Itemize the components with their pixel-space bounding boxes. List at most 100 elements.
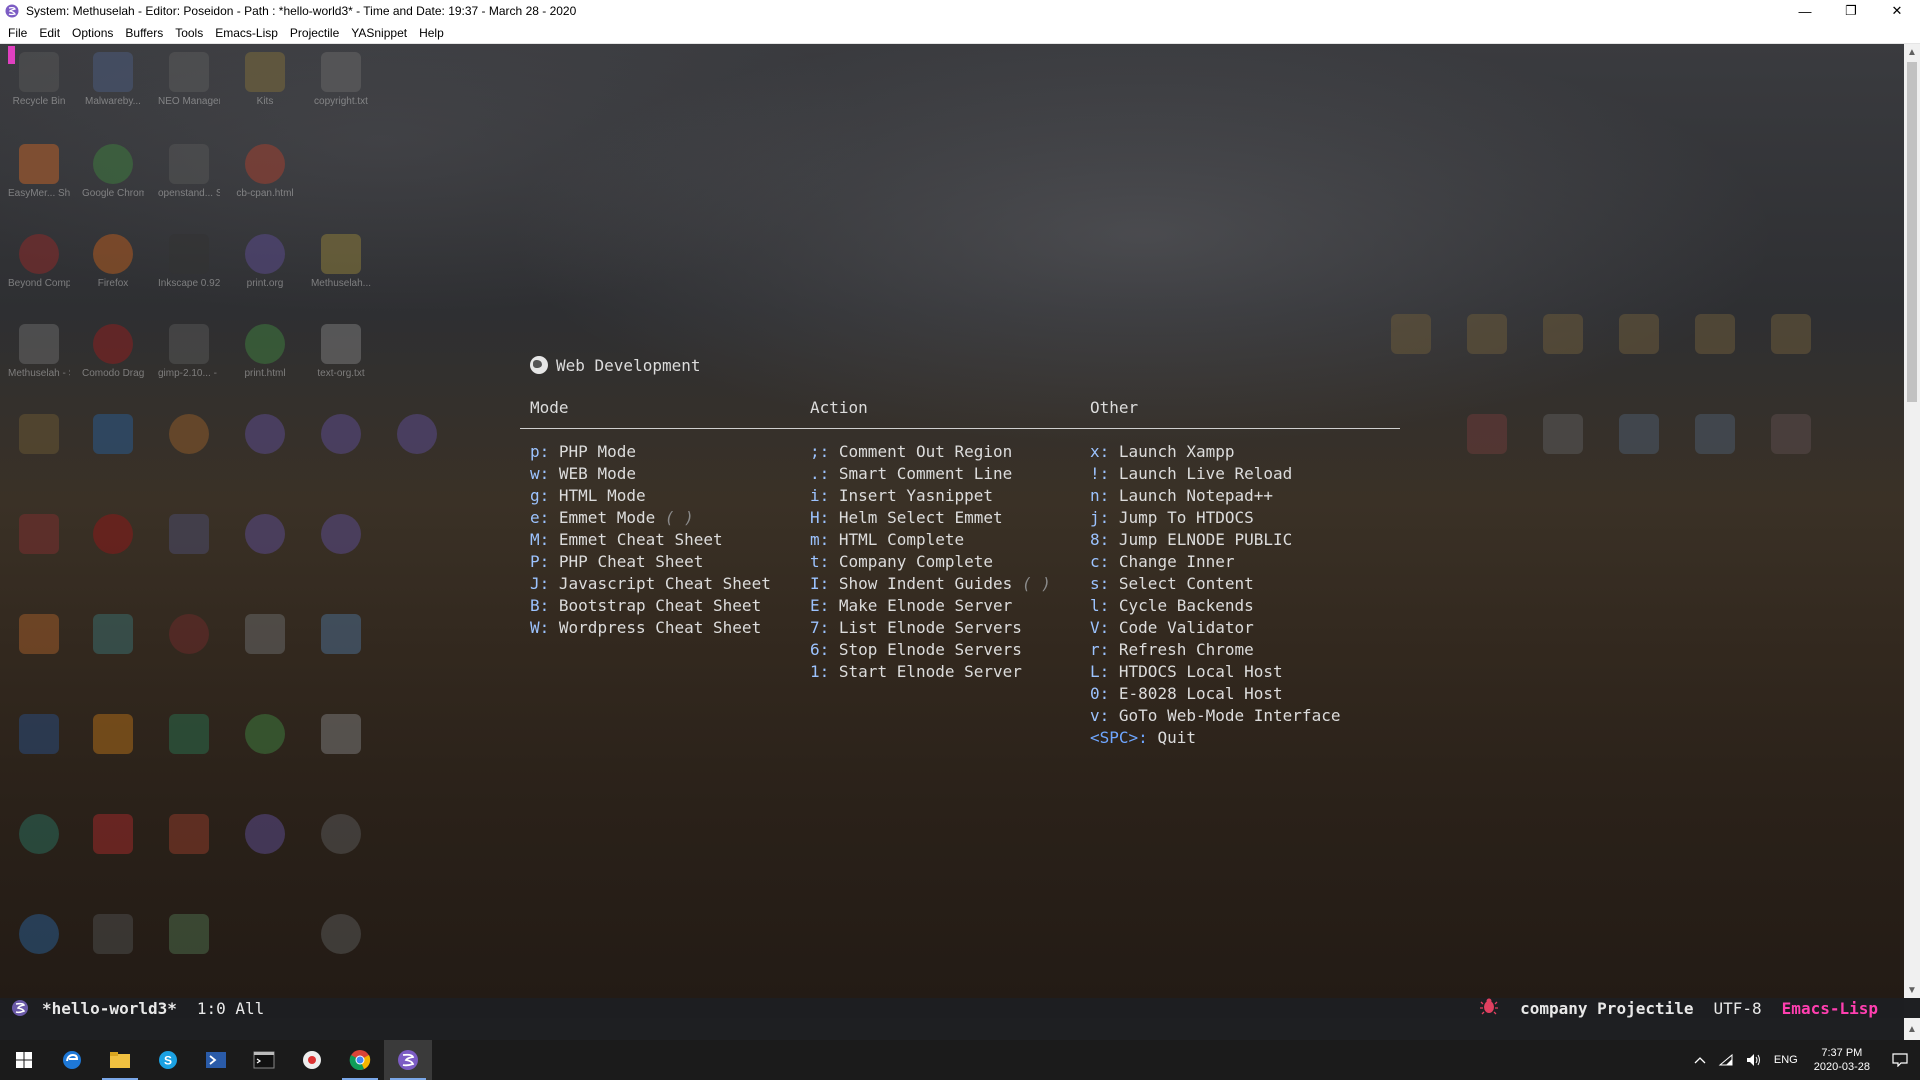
hydra-command[interactable]: M: Emmet Cheat Sheet <box>530 529 810 551</box>
minibuffer[interactable] <box>0 1018 1904 1040</box>
desktop-icon: print.org <box>234 234 296 290</box>
hydra-command[interactable]: 7: List Elnode Servers <box>810 617 1090 639</box>
command-label: E-8028 Local Host <box>1118 684 1283 703</box>
taskbar-media-player[interactable] <box>288 1040 336 1080</box>
bug-icon[interactable] <box>1480 997 1499 1019</box>
menu-options[interactable]: Options <box>66 22 119 44</box>
neo-manager-icon <box>169 52 209 92</box>
hydra-command[interactable]: t: Company Complete <box>810 551 1090 573</box>
hydra-command[interactable]: c: Change Inner <box>1090 551 1370 573</box>
volume-icon[interactable] <box>1740 1053 1768 1067</box>
command-label: Launch Live Reload <box>1118 464 1293 483</box>
taskbar-skype[interactable]: S <box>144 1040 192 1080</box>
menu-bar: File Edit Options Buffers Tools Emacs-Li… <box>0 22 1920 44</box>
folder-icon <box>1771 414 1811 454</box>
major-mode[interactable]: Emacs-Lisp <box>1782 999 1878 1018</box>
hydra-command[interactable]: P: PHP Cheat Sheet <box>530 551 810 573</box>
scroll-up-arrow-icon[interactable]: ▲ <box>1904 44 1920 60</box>
hydra-command[interactable]: W: Wordpress Cheat Sheet <box>530 617 810 639</box>
hydra-command[interactable]: 0: E-8028 Local Host <box>1090 683 1370 705</box>
menu-edit[interactable]: Edit <box>33 22 66 44</box>
sticky-icon <box>169 914 209 954</box>
minimize-button[interactable]: — <box>1782 0 1828 22</box>
toggle-indicator: ( ) <box>1021 574 1051 593</box>
command-key: p: <box>530 442 550 461</box>
chrome-html-icon <box>245 144 285 184</box>
hydra-command[interactable]: l: Cycle Backends <box>1090 595 1370 617</box>
edge-icon <box>93 414 133 454</box>
notification-icon[interactable] <box>1880 1053 1920 1067</box>
hydra-command[interactable]: s: Select Content <box>1090 573 1370 595</box>
window-title: System: Methuselah - Editor: Poseidon - … <box>26 4 577 18</box>
hydra-command[interactable]: <SPC>: Quit <box>1090 727 1370 749</box>
taskbar-file-explorer[interactable] <box>96 1040 144 1080</box>
desktop-icon <box>310 514 372 554</box>
hydra-command[interactable]: J: Javascript Cheat Sheet <box>530 573 810 595</box>
python-icon <box>1619 414 1659 454</box>
taskbar-terminal[interactable] <box>240 1040 288 1080</box>
hydra-command[interactable]: e: Emmet Mode ( ) <box>530 507 810 529</box>
desktop-icon: Kits <box>234 52 296 108</box>
desktop-icon: Firefox <box>82 234 144 290</box>
menu-emacs-lisp[interactable]: Emacs-Lisp <box>209 22 284 44</box>
hydra-command[interactable]: g: HTML Mode <box>530 485 810 507</box>
command-key: W: <box>530 618 550 637</box>
hydra-command[interactable]: H: Helm Select Emmet <box>810 507 1090 529</box>
hydra-command[interactable]: ;: Comment Out Region <box>810 441 1090 463</box>
taskbar-chrome[interactable] <box>336 1040 384 1080</box>
hydra-command[interactable]: E: Make Elnode Server <box>810 595 1090 617</box>
menu-yasnippet[interactable]: YASnippet <box>345 22 413 44</box>
column-header-other: Other <box>1090 398 1139 417</box>
command-label: Insert Yasnippet <box>838 486 994 505</box>
network-icon[interactable] <box>1712 1053 1740 1067</box>
hydra-command[interactable]: w: WEB Mode <box>530 463 810 485</box>
scroll-arrows-icon[interactable]: ▲ <box>1904 1018 1920 1040</box>
hydra-command[interactable]: 6: Stop Elnode Servers <box>810 639 1090 661</box>
emacs-file-icon <box>321 414 361 454</box>
taskbar-powershell[interactable] <box>192 1040 240 1080</box>
hydra-command[interactable]: x: Launch Xampp <box>1090 441 1370 463</box>
clock[interactable]: 7:37 PM 2020-03-28 <box>1804 1046 1880 1074</box>
hydra-command[interactable]: r: Refresh Chrome <box>1090 639 1370 661</box>
taskbar-edge[interactable] <box>48 1040 96 1080</box>
restore-button[interactable]: ❐ <box>1828 0 1874 22</box>
language-indicator[interactable]: ENG <box>1768 1054 1804 1066</box>
vertical-scrollbar[interactable]: ▲ ▼ <box>1904 44 1920 998</box>
menu-buffers[interactable]: Buffers <box>119 22 169 44</box>
start-button[interactable] <box>0 1040 48 1080</box>
scroll-down-arrow-icon[interactable]: ▼ <box>1904 982 1920 998</box>
hydra-command[interactable]: n: Launch Notepad++ <box>1090 485 1370 507</box>
hydra-command[interactable]: m: HTML Complete <box>810 529 1090 551</box>
hydra-command[interactable]: j: Jump To HTDOCS <box>1090 507 1370 529</box>
minor-modes[interactable]: company Projectile <box>1520 999 1693 1018</box>
hydra-command[interactable]: B: Bootstrap Cheat Sheet <box>530 595 810 617</box>
hydra-command[interactable]: !: Launch Live Reload <box>1090 463 1370 485</box>
buffer-name[interactable]: *hello-world3* <box>42 999 177 1018</box>
hydra-command[interactable]: v: GoTo Web-Mode Interface <box>1090 705 1370 727</box>
opera-icon <box>93 514 133 554</box>
desktop-icon: Recycle Bin <box>8 52 70 108</box>
chevron-up-icon[interactable] <box>1688 1056 1712 1064</box>
hydra-command[interactable]: i: Insert Yasnippet <box>810 485 1090 507</box>
hydra-command[interactable]: V: Code Validator <box>1090 617 1370 639</box>
menu-tools[interactable]: Tools <box>169 22 209 44</box>
hydra-command[interactable]: p: PHP Mode <box>530 441 810 463</box>
hydra-command[interactable]: 8: Jump ELNODE PUBLIC <box>1090 529 1370 551</box>
media-icon <box>321 814 361 854</box>
menu-file[interactable]: File <box>2 22 33 44</box>
hydra-command[interactable]: I: Show Indent Guides ( ) <box>810 573 1090 595</box>
close-button[interactable]: ✕ <box>1874 0 1920 22</box>
menu-help[interactable]: Help <box>413 22 450 44</box>
powershell-icon <box>206 1052 226 1068</box>
hydra-command[interactable]: 1: Start Elnode Server <box>810 661 1090 683</box>
command-label: PHP Mode <box>558 442 636 461</box>
command-key: v: <box>1090 706 1110 725</box>
command-label: HTDOCS Local Host <box>1118 662 1283 681</box>
hydra-command[interactable]: L: HTDOCS Local Host <box>1090 661 1370 683</box>
editor-window[interactable]: Recycle Bin Malwareby... NEO Manager Kit… <box>0 44 1904 998</box>
hydra-command[interactable]: .: Smart Comment Line <box>810 463 1090 485</box>
scrollbar-thumb[interactable] <box>1907 62 1917 402</box>
menu-projectile[interactable]: Projectile <box>284 22 345 44</box>
taskbar-emacs[interactable] <box>384 1040 432 1080</box>
encoding[interactable]: UTF-8 <box>1714 999 1762 1018</box>
